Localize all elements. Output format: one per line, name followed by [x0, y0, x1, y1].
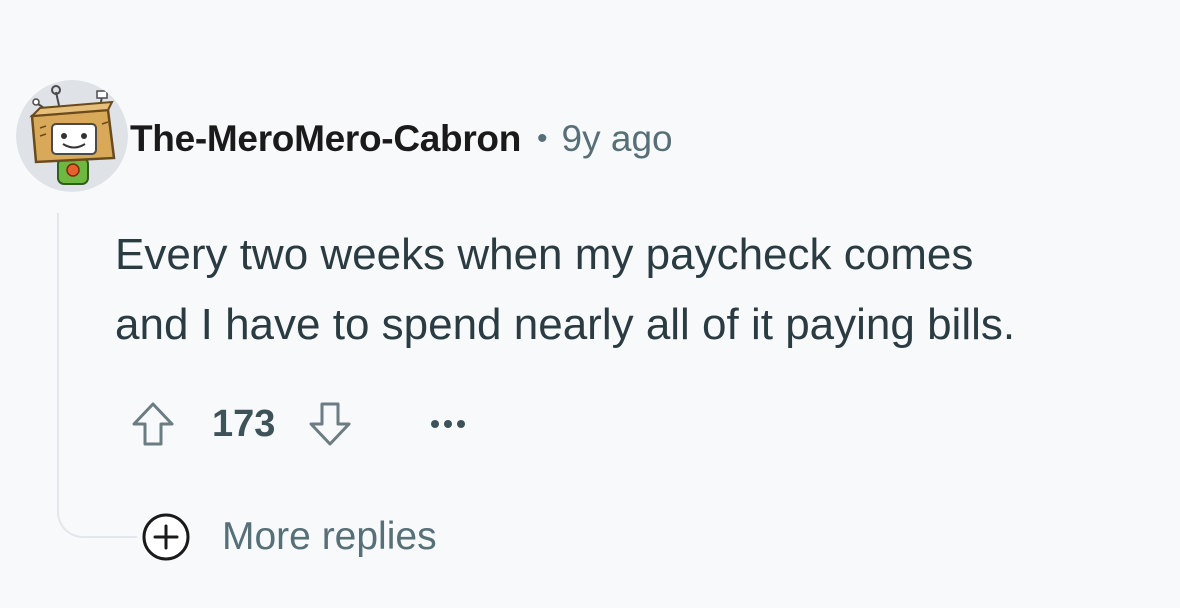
vote-score: 173 [212, 402, 276, 445]
upvote-button[interactable] [128, 396, 178, 452]
thread-elbow [57, 470, 137, 538]
arrow-up-icon [132, 402, 174, 446]
comment-meta: The-MeroMero-Cabron • 9y ago [130, 112, 673, 166]
author-username[interactable]: The-MeroMero-Cabron [130, 118, 521, 160]
comment-body-line: and I have to spend nearly all of it pay… [115, 300, 1016, 349]
comment-actions: 173 [128, 396, 471, 452]
comment: The-MeroMero-Cabron • 9y ago Every two w… [0, 0, 1180, 608]
overflow-menu-button[interactable] [425, 396, 471, 452]
timestamp[interactable]: 9y ago [562, 118, 673, 160]
meta-separator: • [537, 122, 548, 155]
downvote-button[interactable] [305, 396, 355, 452]
thread-line[interactable] [57, 213, 59, 495]
avatar[interactable] [16, 80, 128, 192]
snoo-avatar-icon [16, 80, 128, 192]
more-replies-button[interactable]: More replies [136, 506, 437, 568]
comment-body: Every two weeks when my paycheck comes a… [115, 220, 1175, 360]
more-replies-label: More replies [222, 515, 437, 558]
comment-body-line: Every two weeks when my paycheck comes [115, 230, 974, 279]
plus-circle-icon [136, 506, 196, 568]
arrow-down-icon [309, 402, 351, 446]
ellipsis-icon [431, 420, 466, 428]
